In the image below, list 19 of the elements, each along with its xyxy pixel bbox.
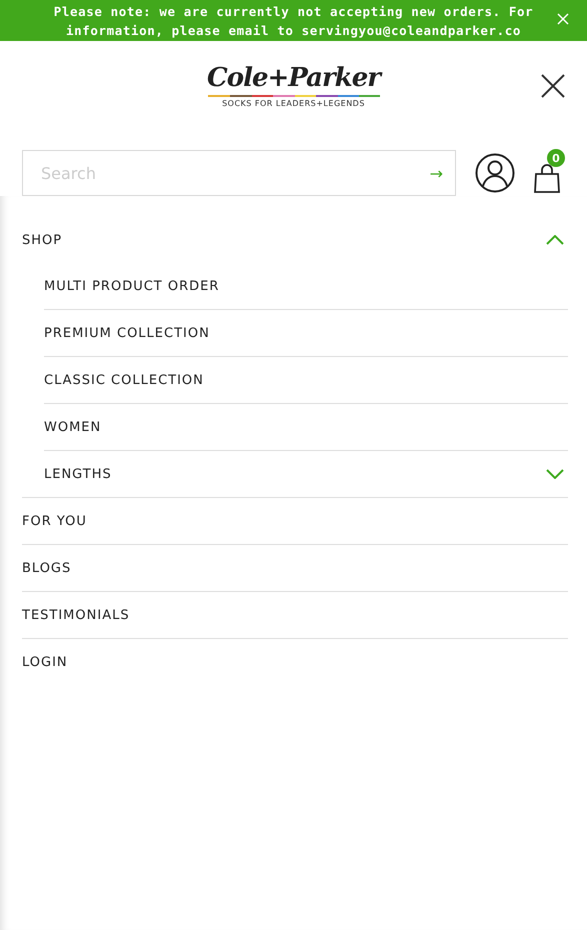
menu-item[interactable]: FOR YOU — [22, 514, 87, 528]
menu-item[interactable]: SHOP — [22, 232, 62, 248]
brand-tagline: SOCKS FOR LEADERS+LEGENDS — [222, 99, 365, 108]
shopping-bag-icon[interactable] — [533, 163, 561, 193]
menu-item[interactable]: WOMEN — [44, 420, 102, 434]
announcement-text: Please note: we are currently not accepting new orders. For information, please email to servingyou@coleandparker.co — [52, 2, 534, 40]
chevron-down-icon[interactable] — [546, 469, 564, 479]
menu-item[interactable]: TESTIMONIALS — [22, 608, 130, 622]
menu-item[interactable]: PREMIUM COLLECTION — [44, 326, 210, 340]
brand-logo[interactable]: Cole+Parker — [207, 63, 380, 93]
cart-count-badge: 0 — [547, 149, 565, 167]
menu-item[interactable]: LENGTHS — [44, 466, 112, 482]
menu-item[interactable]: CLASSIC COLLECTION — [44, 372, 204, 388]
account-icon[interactable] — [475, 153, 515, 193]
chevron-up-icon[interactable] — [546, 235, 564, 245]
menu-item[interactable]: MULTI PRODUCT ORDER — [44, 278, 220, 294]
menu-item[interactable]: BLOGS — [22, 560, 72, 576]
menu-item[interactable]: LOGIN — [22, 654, 68, 670]
close-icon[interactable] — [541, 74, 565, 98]
